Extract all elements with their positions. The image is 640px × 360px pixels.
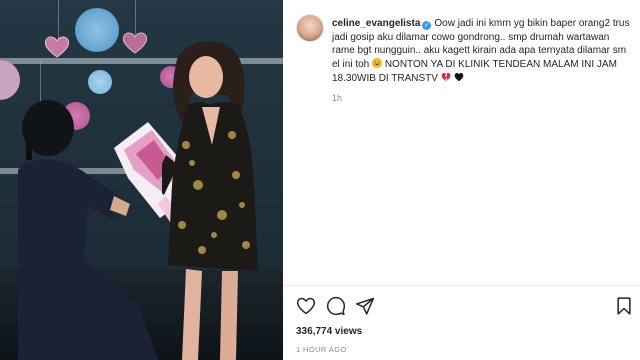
divider	[283, 285, 640, 286]
broken-heart-icon	[441, 72, 451, 87]
standing-woman-figure	[162, 41, 258, 360]
heart-outline-icon	[296, 297, 316, 315]
comment-button[interactable]	[326, 296, 346, 316]
post-action-bar	[296, 296, 632, 316]
like-button[interactable]	[296, 296, 316, 316]
view-count[interactable]: 336,774 views	[296, 326, 362, 337]
paper-fan-decoration	[75, 8, 119, 52]
black-heart-icon	[454, 72, 464, 87]
paper-fan-decoration	[88, 70, 112, 94]
post-caption: celine_evangelista ✓ Oow jadi ini kmrn yg …	[332, 17, 632, 87]
heart-balloon-decoration	[44, 36, 70, 58]
post-timestamp[interactable]: 1 HOUR AGO	[296, 345, 347, 354]
verified-badge-icon: ✓	[422, 21, 432, 30]
bookmark-icon	[617, 297, 631, 315]
post-photo[interactable]	[0, 0, 283, 360]
grinning-face-icon	[372, 57, 382, 73]
username-link[interactable]: celine_evangelista	[332, 18, 420, 29]
heart-balloon-decoration	[122, 32, 148, 54]
instagram-post: celine_evangelista ✓ Oow jadi ini kmrn yg …	[0, 0, 640, 360]
comment-bubble-icon	[326, 296, 346, 316]
caption-age: 1h	[332, 93, 343, 103]
save-button[interactable]	[614, 296, 634, 316]
paper-plane-icon	[355, 297, 375, 315]
avatar[interactable]	[296, 14, 324, 42]
share-button[interactable]	[355, 296, 375, 316]
